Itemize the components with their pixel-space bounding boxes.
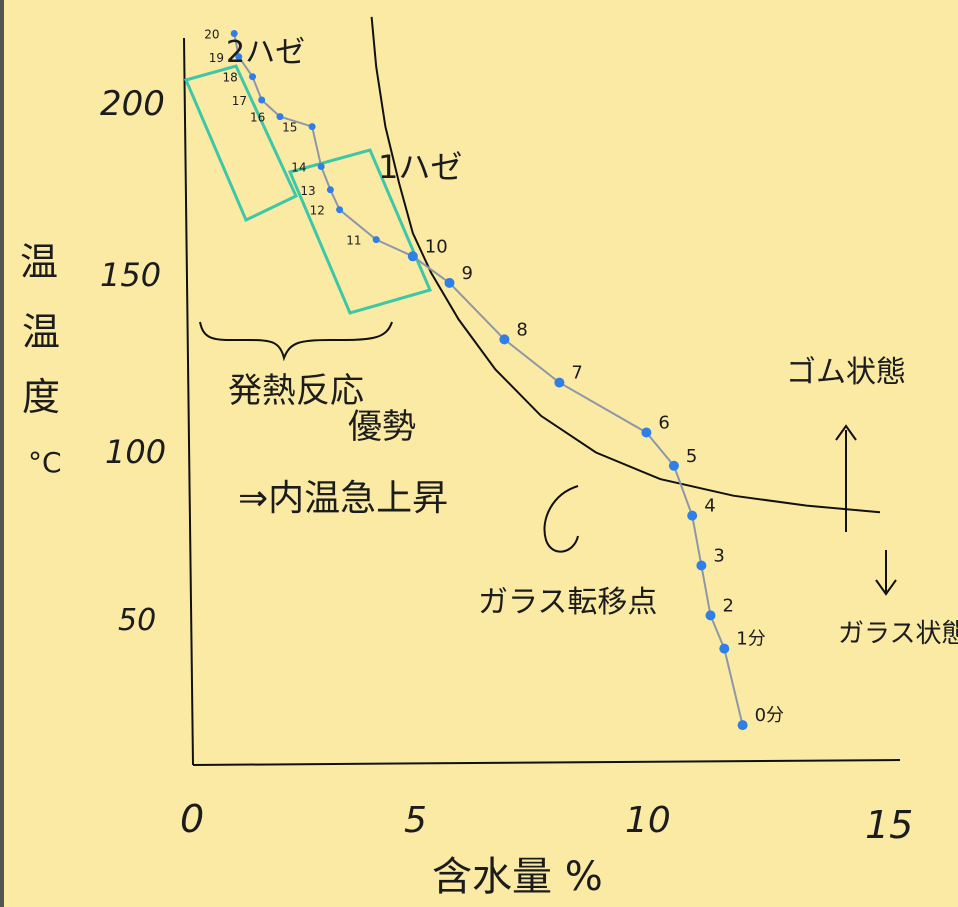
point-label: 9 bbox=[462, 263, 473, 284]
point-label: 17 bbox=[232, 94, 247, 108]
data-point bbox=[258, 96, 266, 104]
glass-transition-pointer bbox=[543, 485, 579, 553]
point-label: 3 bbox=[713, 546, 724, 567]
glass-transition-curve bbox=[370, 16, 881, 514]
point-label: 1分 bbox=[736, 629, 765, 650]
y-tick-150: 150 bbox=[100, 256, 161, 294]
point-label: 15 bbox=[282, 121, 297, 135]
data-point bbox=[554, 377, 565, 388]
chart: 0分1分234567891011121314151617181920 0 5 1… bbox=[20, 16, 958, 900]
data-point bbox=[641, 427, 652, 438]
point-label: 13 bbox=[300, 184, 315, 198]
data-point bbox=[276, 113, 284, 121]
rubber-state-label: ゴム状態 bbox=[786, 355, 906, 390]
point-label: 6 bbox=[658, 413, 669, 434]
data-point bbox=[687, 510, 698, 521]
x-tick-5: 5 bbox=[404, 800, 427, 841]
data-point bbox=[668, 460, 679, 471]
data-point bbox=[372, 236, 380, 244]
data-point bbox=[407, 251, 418, 262]
point-label: 18 bbox=[223, 71, 238, 85]
first-crack-label: 1ハゼ bbox=[378, 148, 462, 186]
rubber-state-arrow bbox=[835, 424, 857, 532]
y-tick-50: 50 bbox=[118, 603, 156, 638]
y-tick-200: 200 bbox=[100, 84, 165, 124]
point-label: 14 bbox=[291, 161, 306, 175]
point-label: 12 bbox=[310, 204, 325, 218]
y-axis-title-char-1: 温 bbox=[20, 240, 58, 284]
point-label: 20 bbox=[204, 28, 219, 42]
point-label: 19 bbox=[209, 51, 224, 65]
x-tick-10: 10 bbox=[625, 800, 671, 841]
point-label: 4 bbox=[704, 496, 715, 517]
point-label: 11 bbox=[346, 234, 361, 248]
point-label: 7 bbox=[571, 363, 582, 384]
exotherm-brace bbox=[199, 321, 393, 362]
x-tick-15: 15 bbox=[865, 803, 913, 847]
exotherm-note: 発熱反応 bbox=[228, 371, 364, 411]
data-point bbox=[696, 560, 707, 571]
glass-state-arrow bbox=[875, 550, 897, 596]
dominant-note: 優勢 bbox=[348, 407, 416, 447]
y-axis-line bbox=[183, 37, 194, 766]
point-label: 10 bbox=[425, 236, 448, 257]
data-point bbox=[737, 720, 748, 731]
y-axis-title-unit: °C bbox=[28, 446, 62, 479]
data-point bbox=[326, 186, 334, 194]
point-label: 2 bbox=[723, 595, 734, 616]
x-tick-0: 0 bbox=[180, 797, 204, 841]
x-axis-line bbox=[192, 759, 901, 766]
point-label: 8 bbox=[516, 319, 527, 340]
y-axis-title-char-3: 度 bbox=[22, 375, 60, 419]
point-label: 5 bbox=[686, 446, 697, 467]
data-point bbox=[249, 73, 256, 81]
data-point bbox=[308, 123, 316, 131]
data-point bbox=[499, 334, 510, 345]
point-label: 0分 bbox=[755, 705, 784, 726]
temperature-rise-note: ⇒内温急上昇 bbox=[238, 478, 448, 519]
data-point bbox=[444, 277, 455, 288]
glass-state-label: ガラス状態 bbox=[838, 619, 958, 649]
data-point bbox=[336, 206, 344, 214]
x-axis-title: 含水量 % bbox=[432, 854, 603, 900]
data-point bbox=[705, 610, 716, 621]
data-point bbox=[317, 163, 325, 170]
point-label: 16 bbox=[250, 111, 265, 125]
data-point bbox=[719, 643, 730, 654]
y-tick-100: 100 bbox=[105, 433, 166, 471]
second-crack-label: 2ハゼ bbox=[226, 35, 305, 70]
second-crack-box bbox=[183, 64, 298, 223]
y-axis-title-char-2: 温 bbox=[22, 310, 60, 354]
glass-transition-label: ガラス転移点 bbox=[478, 585, 657, 620]
